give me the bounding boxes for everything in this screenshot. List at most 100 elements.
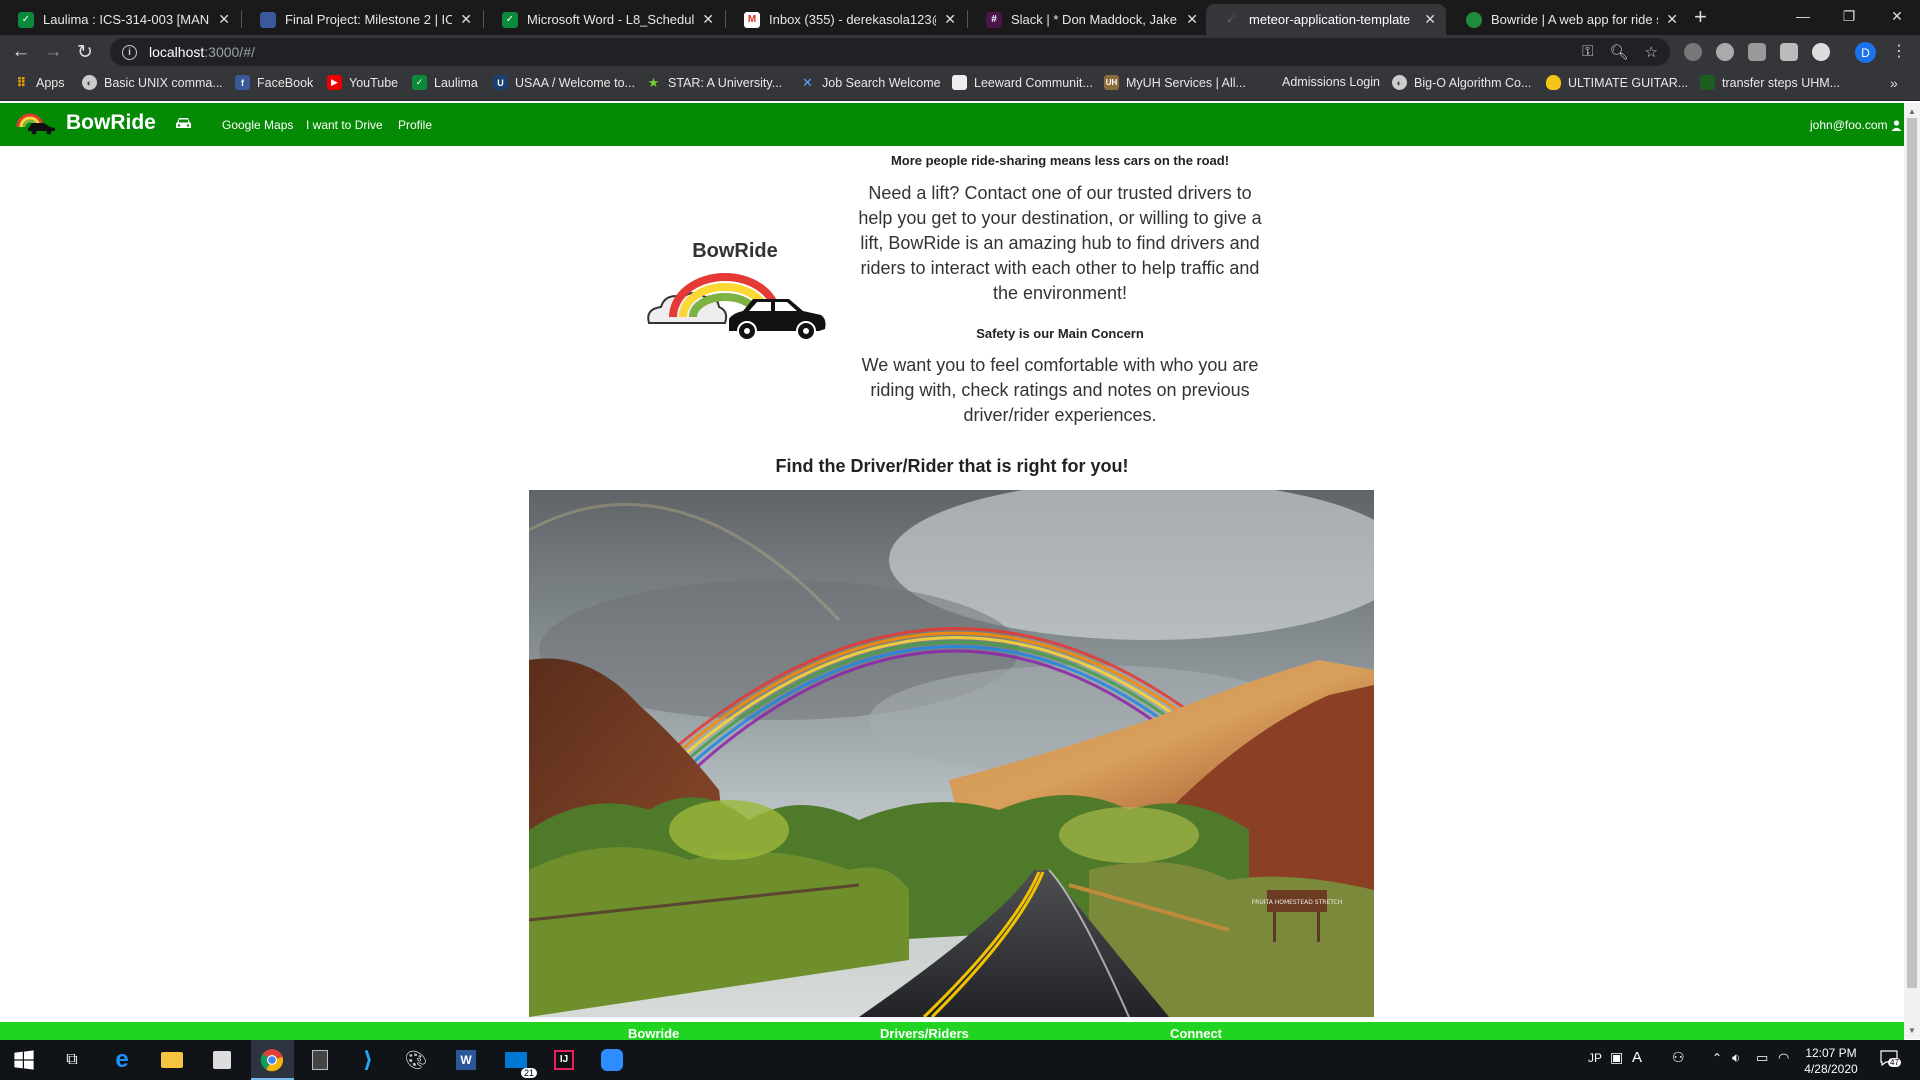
extension-icon[interactable]	[1684, 43, 1702, 61]
footer-drivers-riders[interactable]: Drivers/Riders	[880, 1026, 969, 1041]
user-email: john@foo.com	[1810, 118, 1888, 132]
extension-icon[interactable]	[1716, 43, 1734, 61]
site-info-icon[interactable]: i	[122, 44, 137, 60]
facebook-icon: f	[235, 75, 250, 90]
tab-close-icon[interactable]: ✕	[1424, 11, 1436, 28]
bookmark-item[interactable]: ULTIMATE GUITAR...	[1546, 75, 1688, 90]
restore-icon[interactable]: ❐	[1826, 0, 1872, 32]
back-arrow-icon[interactable]: ←	[8, 39, 34, 65]
task-view-icon[interactable]: ⧉	[60, 1048, 84, 1072]
forward-arrow-icon[interactable]: →	[40, 39, 66, 65]
bookmark-item[interactable]: ▶ YouTube	[327, 75, 398, 90]
scroll-down-arrow-icon[interactable]: ▼	[1908, 1026, 1916, 1035]
tab-close-icon[interactable]: ✕	[944, 11, 956, 28]
scrollbar-thumb[interactable]	[1907, 118, 1917, 988]
paint-icon[interactable]: 🎨︎	[404, 1048, 428, 1072]
browser-tab[interactable]: # Slack | * Don Maddock, Jake Hijin ✕	[968, 4, 1208, 35]
address-bar[interactable]: i localhost:3000/#/ ⚿ 🔍︎ ☆	[110, 38, 1670, 66]
bookmark-item[interactable]: ◐ Basic UNIX comma...	[82, 75, 223, 90]
bookmark-item[interactable]: ◐ Big-O Algorithm Co...	[1392, 75, 1531, 90]
tab-close-icon[interactable]: ✕	[1186, 11, 1198, 28]
nav-google-maps[interactable]: Google Maps	[222, 118, 293, 132]
mail-icon[interactable]: 21	[504, 1048, 537, 1078]
footer-connect[interactable]: Connect	[1170, 1026, 1222, 1041]
nav-profile[interactable]: Profile	[398, 118, 432, 132]
bookmarks-overflow-icon[interactable]: »	[1890, 75, 1898, 91]
logo-title: BowRide	[692, 240, 778, 262]
battery-icon[interactable]: ▭	[1756, 1050, 1768, 1066]
tab-close-icon[interactable]: ✕	[702, 11, 714, 28]
browser-tab[interactable]: Bowride | A web app for ride sha ✕	[1448, 4, 1688, 35]
close-window-icon[interactable]: ✕	[1874, 0, 1920, 32]
bookmark-item[interactable]: UH MyUH Services | All...	[1104, 75, 1246, 90]
page-scrollbar[interactable]: ▲ ▼	[1904, 103, 1920, 1039]
bookmark-item[interactable]: U USAA / Welcome to...	[493, 75, 635, 90]
intellij-icon[interactable]: IJ	[552, 1048, 576, 1072]
zoom-icon[interactable]: 🔍︎	[1610, 43, 1629, 61]
minimize-icon[interactable]: —	[1780, 0, 1826, 32]
user-icon	[1891, 119, 1902, 131]
browser-tab[interactable]: Final Project: Milestone 2 | ICS 31 ✕	[242, 4, 482, 35]
bookmark-star-icon[interactable]: ☆	[1645, 43, 1658, 61]
extension-icon[interactable]	[1748, 43, 1766, 61]
profile-avatar[interactable]: D	[1855, 42, 1876, 63]
new-tab-plus-icon[interactable]: +	[1694, 4, 1707, 30]
windows-start-icon[interactable]	[12, 1048, 36, 1072]
bookmark-item[interactable]: ✓ Laulima	[412, 75, 478, 90]
wifi-icon[interactable]: ◠	[1778, 1050, 1789, 1066]
browser-tab-active[interactable]: ☄ meteor-application-template ✕	[1206, 4, 1446, 35]
language-indicator[interactable]: JP	[1588, 1051, 1602, 1065]
ime-mode-icon[interactable]: ▣	[1610, 1049, 1623, 1066]
tab-close-icon[interactable]: ✕	[460, 11, 472, 28]
tagline: More people ride-sharing means less cars…	[890, 153, 1230, 168]
chrome-menu-icon[interactable]: ⋮	[1891, 41, 1907, 61]
footer-bowride[interactable]: Bowride	[628, 1026, 679, 1041]
chrome-icon[interactable]	[260, 1048, 284, 1072]
bookmark-item[interactable]: ★ STAR: A University...	[646, 75, 782, 90]
file-explorer-icon[interactable]	[160, 1048, 184, 1072]
laulima-favicon-icon: ✓	[502, 11, 518, 28]
browser-tab[interactable]: M Inbox (355) - derekasola123@gm ✕	[726, 4, 966, 35]
brand-text: BowRide	[66, 111, 156, 134]
bowride-logo-icon	[16, 113, 55, 135]
zoom-app-icon[interactable]	[600, 1048, 624, 1072]
safety-subhead: Safety is our Main Concern	[976, 326, 1144, 341]
scroll-up-arrow-icon[interactable]: ▲	[1908, 107, 1916, 116]
key-icon[interactable]: ⚿	[1582, 43, 1593, 61]
bookmark-item[interactable]: ✕ Job Search Welcome	[800, 75, 941, 90]
globe-icon: ◐	[1392, 75, 1407, 90]
bookmark-item[interactable]: Leeward Communit...	[952, 75, 1093, 90]
tab-close-icon[interactable]: ✕	[1666, 11, 1678, 28]
bookmark-item[interactable]: ⠿ Apps	[14, 74, 64, 90]
notification-center-icon[interactable]: 47	[1880, 1050, 1901, 1070]
safety-paragraph: We want you to feel comfortable with who…	[861, 355, 1259, 425]
people-icon[interactable]: ⚇	[1672, 1049, 1685, 1066]
uh-icon: UH	[1104, 75, 1119, 90]
apps-grid-icon: ⠿	[16, 74, 27, 90]
browser-tab[interactable]: ✓ Laulima : ICS-314-003 [MAN.871 ✕	[0, 4, 240, 35]
volume-icon[interactable]: 🔉︎	[1732, 1050, 1740, 1066]
tab-close-icon[interactable]: ✕	[218, 11, 230, 28]
system-clock[interactable]: 12:07 PM 4/28/2020	[1796, 1045, 1866, 1077]
app-navbar: BowRide Google Maps I want to Drive Prof…	[0, 103, 1904, 146]
bookmark-item[interactable]: transfer steps UHM...	[1700, 75, 1840, 90]
browser-tab[interactable]: ✓ Microsoft Word - L8_Schedule(S2 ✕	[484, 4, 724, 35]
brand-link[interactable]: BowRide	[14, 111, 156, 135]
reload-icon[interactable]: ↻	[72, 39, 98, 65]
bookmark-item[interactable]: Admissions Login	[1282, 75, 1380, 89]
usaa-icon: U	[493, 75, 508, 90]
vscode-icon[interactable]: ⟩	[356, 1047, 380, 1072]
store-icon[interactable]	[210, 1048, 234, 1072]
rainbow-car-logo	[647, 273, 826, 341]
word-icon[interactable]: W	[454, 1048, 478, 1072]
nav-want-to-drive[interactable]: I want to Drive	[306, 118, 383, 132]
extension-icon[interactable]	[1780, 43, 1798, 61]
bookmark-item[interactable]: f FaceBook	[235, 75, 313, 90]
show-hidden-icons-icon[interactable]: ⌃	[1712, 1051, 1722, 1065]
calculator-icon[interactable]	[308, 1048, 332, 1072]
extension-icon[interactable]	[1812, 43, 1830, 61]
edge-icon[interactable]: e	[110, 1046, 134, 1073]
user-menu[interactable]: john@foo.com	[1810, 118, 1902, 132]
ime-indicator[interactable]: A	[1632, 1049, 1642, 1066]
star-icon: ★	[647, 74, 660, 90]
